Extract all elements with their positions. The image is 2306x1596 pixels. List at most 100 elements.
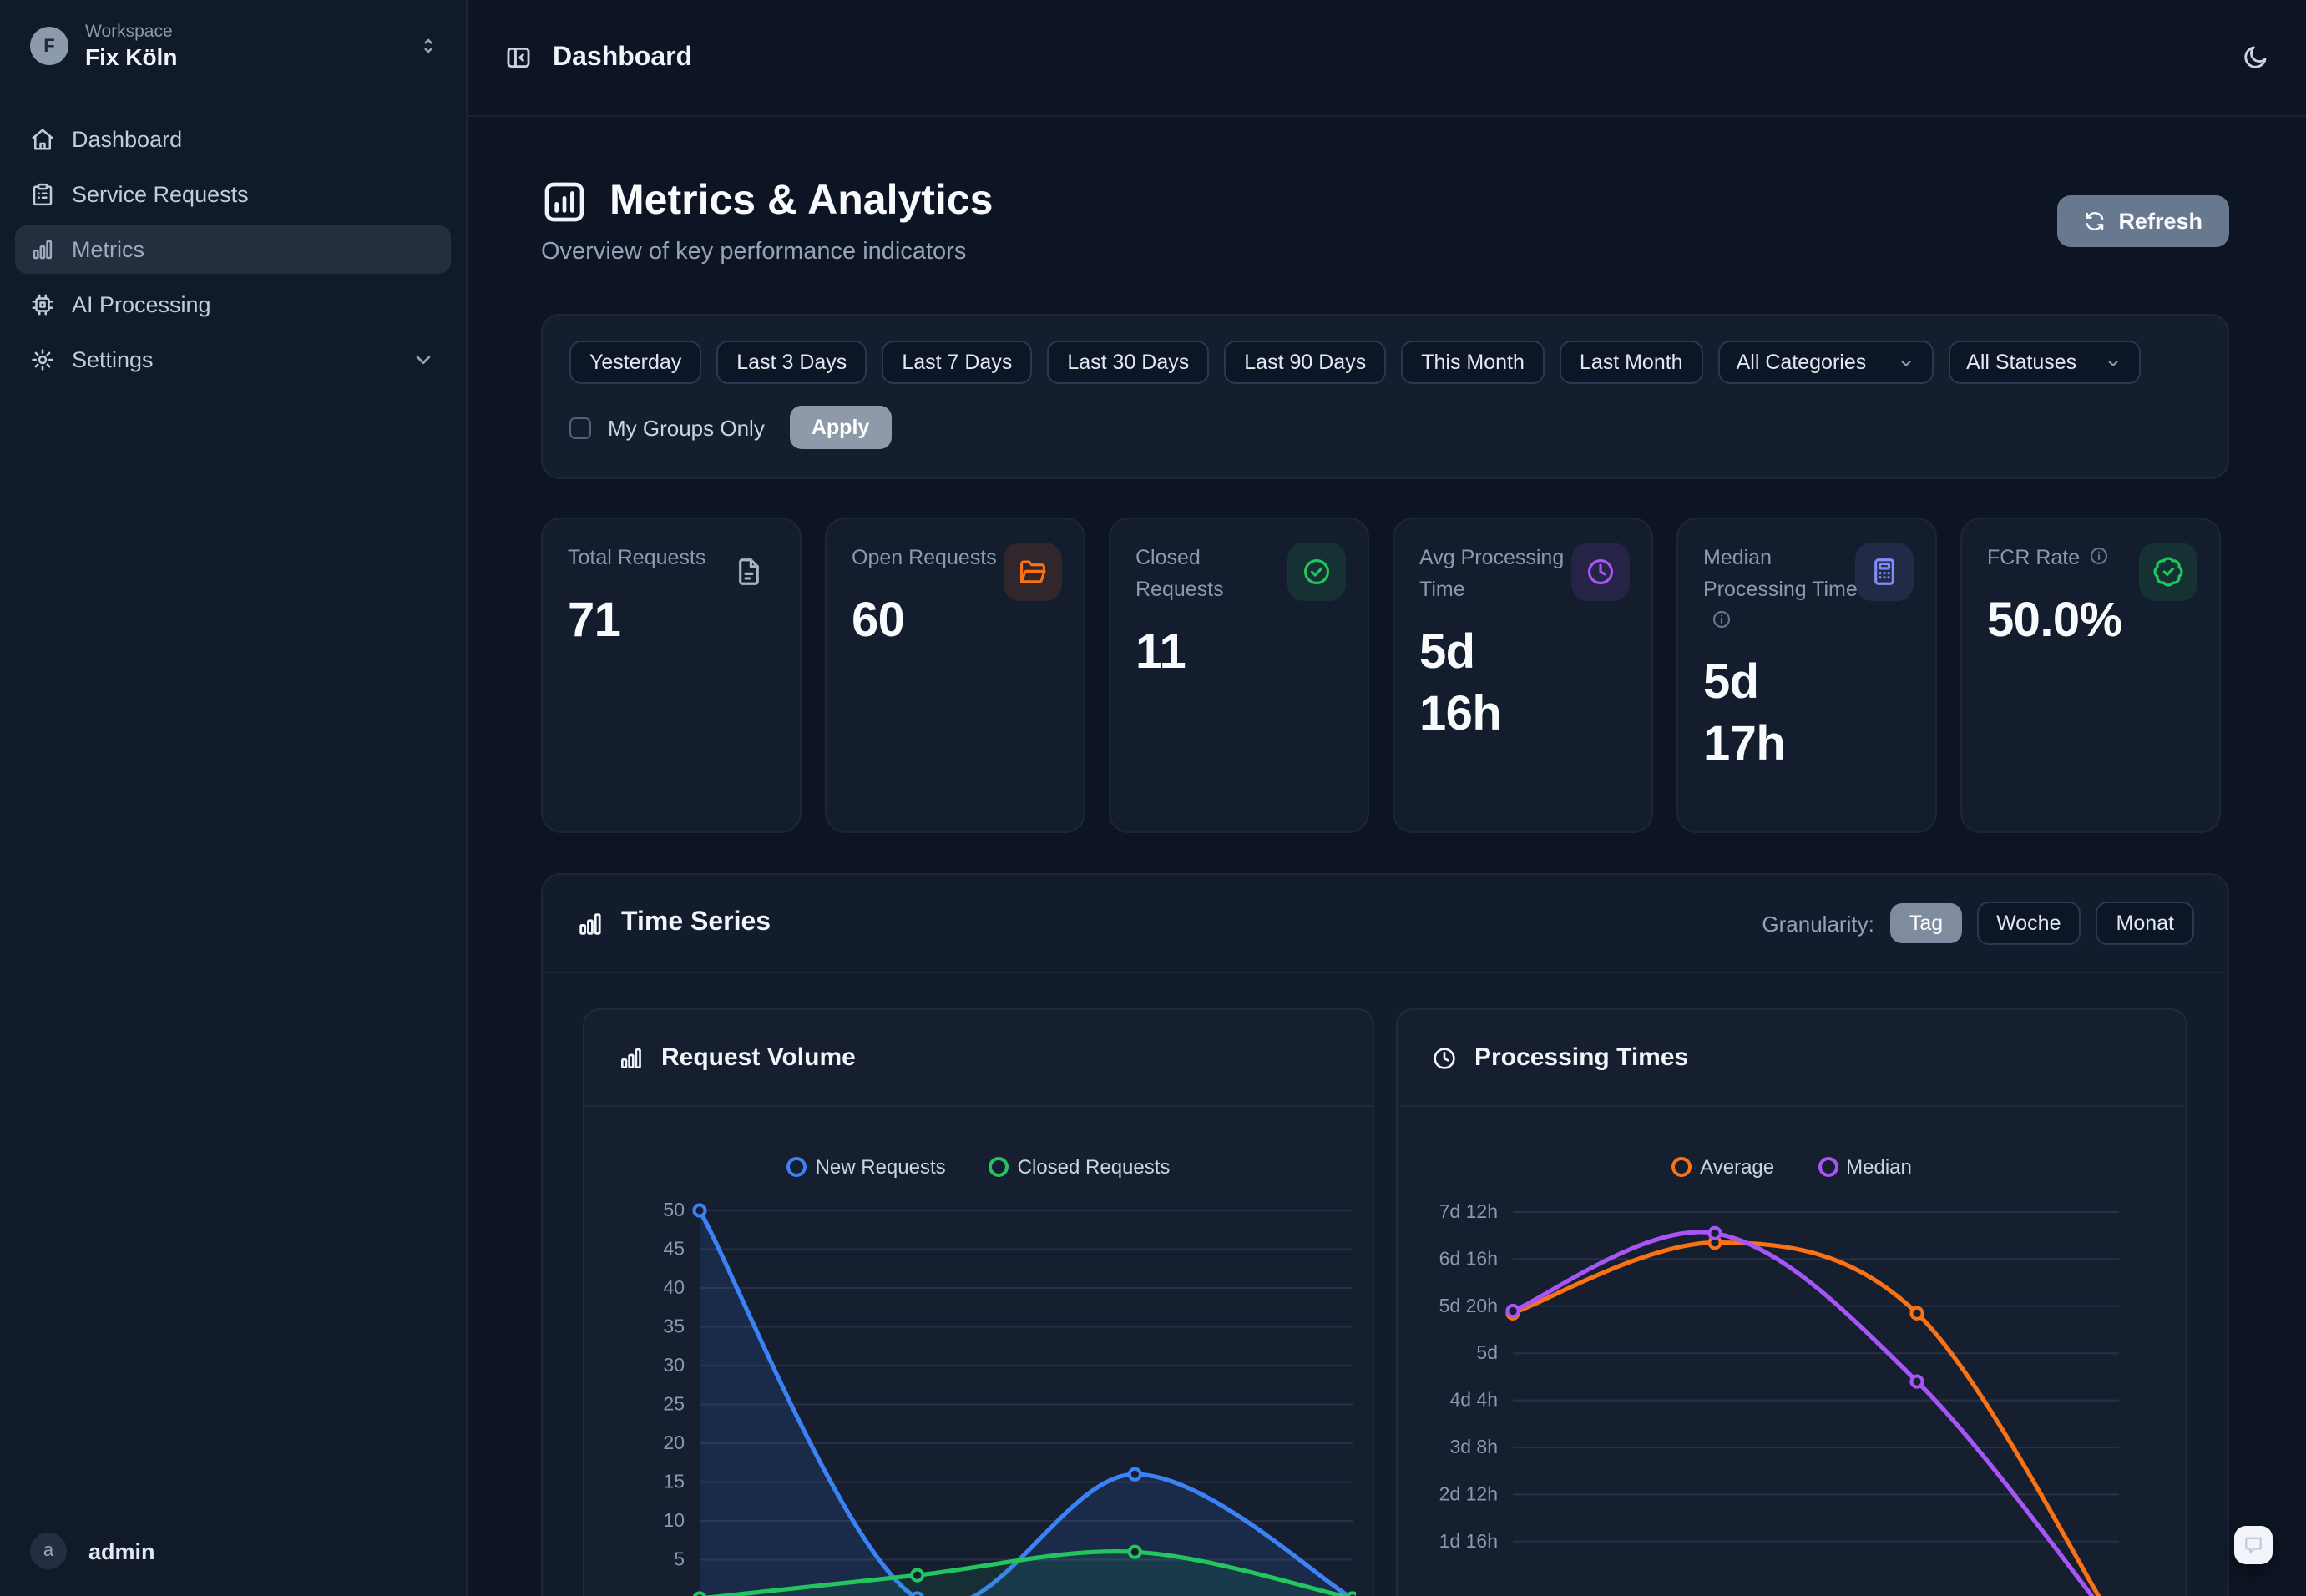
category-select-value: All Categories xyxy=(1737,351,1867,374)
sidebar-item-label: Service Requests xyxy=(72,182,249,207)
legend-item[interactable]: Median xyxy=(1818,1155,1912,1179)
svg-text:6d 16h: 6d 16h xyxy=(1439,1247,1498,1269)
granularity-label: Granularity: xyxy=(1762,911,1874,936)
sidebar-item-ai-processing[interactable]: AI Processing xyxy=(15,280,451,329)
range-button-last-3-days[interactable]: Last 3 Days xyxy=(716,341,867,384)
stat-title: Median Processing Time xyxy=(1703,546,1858,601)
svg-text:45: 45 xyxy=(663,1238,685,1260)
chart-canvas: 7d 12h6d 16h5d 20h5d4d 4h3d 8h2d 12h1d 1… xyxy=(1418,1194,2169,1596)
svg-text:4d 4h: 4d 4h xyxy=(1449,1389,1498,1411)
status-select[interactable]: All Statuses xyxy=(1948,341,2141,384)
range-button-this-month[interactable]: This Month xyxy=(1401,341,1545,384)
stat-card-median-processing-time: Median Processing Time 5d 17h xyxy=(1676,518,1937,833)
stat-title: Open Requests xyxy=(852,543,1009,574)
time-series-header: Time Series Granularity: Tag Woche Monat xyxy=(543,875,2228,973)
legend-item[interactable]: Average xyxy=(1671,1155,1774,1179)
sidebar-nav: Dashboard Service Requests Metrics AI Pr… xyxy=(0,115,466,391)
refresh-icon xyxy=(2083,210,2105,232)
granularity-woche-button[interactable]: Woche xyxy=(1976,902,2081,945)
legend-item[interactable]: New Requests xyxy=(787,1155,946,1179)
bar-chart-icon xyxy=(618,1044,645,1071)
status-select-value: All Statuses xyxy=(1966,351,2076,374)
legend-swatch xyxy=(1818,1157,1838,1177)
granularity-group: Granularity: Tag Woche Monat xyxy=(1762,902,2194,945)
sidebar-item-settings[interactable]: Settings xyxy=(15,336,451,384)
chevron-down-icon xyxy=(1896,353,1914,371)
sidebar-item-label: AI Processing xyxy=(72,292,211,317)
processing-times-chart-card: Processing Times AverageMedian7d 12h6d 1… xyxy=(1396,1008,2187,1596)
time-series-title: Time Series xyxy=(621,908,771,938)
stat-title: Total Requests xyxy=(568,543,725,574)
apply-button[interactable]: Apply xyxy=(790,406,891,449)
svg-text:2d 12h: 2d 12h xyxy=(1439,1482,1498,1504)
chart-legend: New Requests Closed Requests xyxy=(604,1150,1353,1184)
request-volume-chart-card: Request Volume New Requests Closed Reques… xyxy=(583,1008,1374,1596)
page-title: Metrics & Analytics xyxy=(609,177,993,225)
range-button-last-30-days[interactable]: Last 30 Days xyxy=(1047,341,1209,384)
sidebar: F Workspace Fix Köln Dashboard Service R… xyxy=(0,0,468,1596)
gear-icon xyxy=(30,347,55,372)
user-menu[interactable]: a admin xyxy=(0,1509,466,1596)
workspace-name: Fix Köln xyxy=(85,43,177,70)
svg-text:5: 5 xyxy=(674,1548,685,1570)
chart-title: Processing Times xyxy=(1474,1043,1688,1072)
stat-title: Closed Requests xyxy=(1135,543,1292,605)
stat-card-avg-processing-time: Avg Processing Time 5d 16h xyxy=(1393,518,1653,833)
floating-action-button[interactable] xyxy=(2234,1526,2273,1564)
range-button-yesterday[interactable]: Yesterday xyxy=(569,341,701,384)
user-name: admin xyxy=(88,1538,155,1563)
legend-label: Average xyxy=(1700,1155,1774,1179)
granularity-tag-button[interactable]: Tag xyxy=(1891,903,1961,943)
page-subtitle: Overview of key performance indicators xyxy=(541,239,993,265)
info-icon[interactable] xyxy=(1712,609,1732,629)
svg-text:10: 10 xyxy=(663,1509,685,1531)
svg-text:35: 35 xyxy=(663,1316,685,1337)
topbar-title: Dashboard xyxy=(553,43,692,73)
svg-text:5d 20h: 5d 20h xyxy=(1439,1295,1498,1316)
folder-open-icon xyxy=(1004,543,1062,601)
range-button-last-7-days[interactable]: Last 7 Days xyxy=(882,341,1032,384)
legend-label: Closed Requests xyxy=(1018,1155,1171,1179)
legend-swatch xyxy=(787,1157,807,1177)
legend-item[interactable]: Closed Requests xyxy=(989,1155,1171,1179)
svg-text:5d: 5d xyxy=(1476,1341,1498,1363)
stat-card-fcr-rate: FCR Rate 50.0% xyxy=(1960,518,2221,833)
stats-row: Total Requests 71 Open Requests 60 Close… xyxy=(541,518,2229,833)
message-icon xyxy=(2243,1534,2264,1556)
chart-title: Request Volume xyxy=(661,1043,856,1072)
chart-canvas: 5045403530252015105 xyxy=(604,1194,1356,1596)
main-area: Dashboard Metrics & Analytics Overview o… xyxy=(468,0,2306,1596)
request-volume-chart: New RequestsClosed Requests5045403530252… xyxy=(584,1150,1373,1596)
granularity-monat-button[interactable]: Monat xyxy=(2096,902,2195,945)
topbar: Dashboard xyxy=(468,0,2306,117)
my-groups-checkbox[interactable] xyxy=(569,417,591,438)
range-button-last-month[interactable]: Last Month xyxy=(1560,341,1703,384)
page-head: Metrics & Analytics Overview of key perf… xyxy=(541,177,2229,265)
sidebar-item-dashboard[interactable]: Dashboard xyxy=(15,115,451,164)
category-select[interactable]: All Categories xyxy=(1718,341,1934,384)
svg-text:3d 8h: 3d 8h xyxy=(1449,1436,1498,1457)
clock-icon xyxy=(1571,543,1630,601)
info-icon[interactable] xyxy=(2088,546,2108,566)
refresh-button[interactable]: Refresh xyxy=(2056,195,2229,247)
clipboard-list-icon xyxy=(30,182,55,207)
moon-icon[interactable] xyxy=(2241,43,2269,72)
sidebar-item-service-requests[interactable]: Service Requests xyxy=(15,170,451,219)
workspace-switcher[interactable]: F Workspace Fix Köln xyxy=(0,0,466,70)
svg-text:25: 25 xyxy=(663,1393,685,1415)
check-circle-icon xyxy=(1287,543,1346,601)
processing-times-chart: AverageMedian7d 12h6d 16h5d 20h5d4d 4h3d… xyxy=(1398,1150,2186,1596)
stat-card-open-requests: Open Requests 60 xyxy=(825,518,1085,833)
sidebar-item-metrics[interactable]: Metrics xyxy=(15,225,451,274)
stat-title: FCR Rate xyxy=(1987,546,2080,569)
legend-swatch xyxy=(1671,1157,1692,1177)
chevrons-up-down-icon xyxy=(417,35,439,57)
sidebar-item-label: Metrics xyxy=(72,237,144,262)
svg-text:30: 30 xyxy=(663,1354,685,1376)
svg-text:50: 50 xyxy=(663,1199,685,1220)
svg-text:15: 15 xyxy=(663,1471,685,1492)
file-text-icon xyxy=(720,543,778,601)
chevron-down-icon xyxy=(2104,353,2122,371)
panel-left-icon[interactable] xyxy=(504,43,533,72)
range-button-last-90-days[interactable]: Last 90 Days xyxy=(1224,341,1386,384)
